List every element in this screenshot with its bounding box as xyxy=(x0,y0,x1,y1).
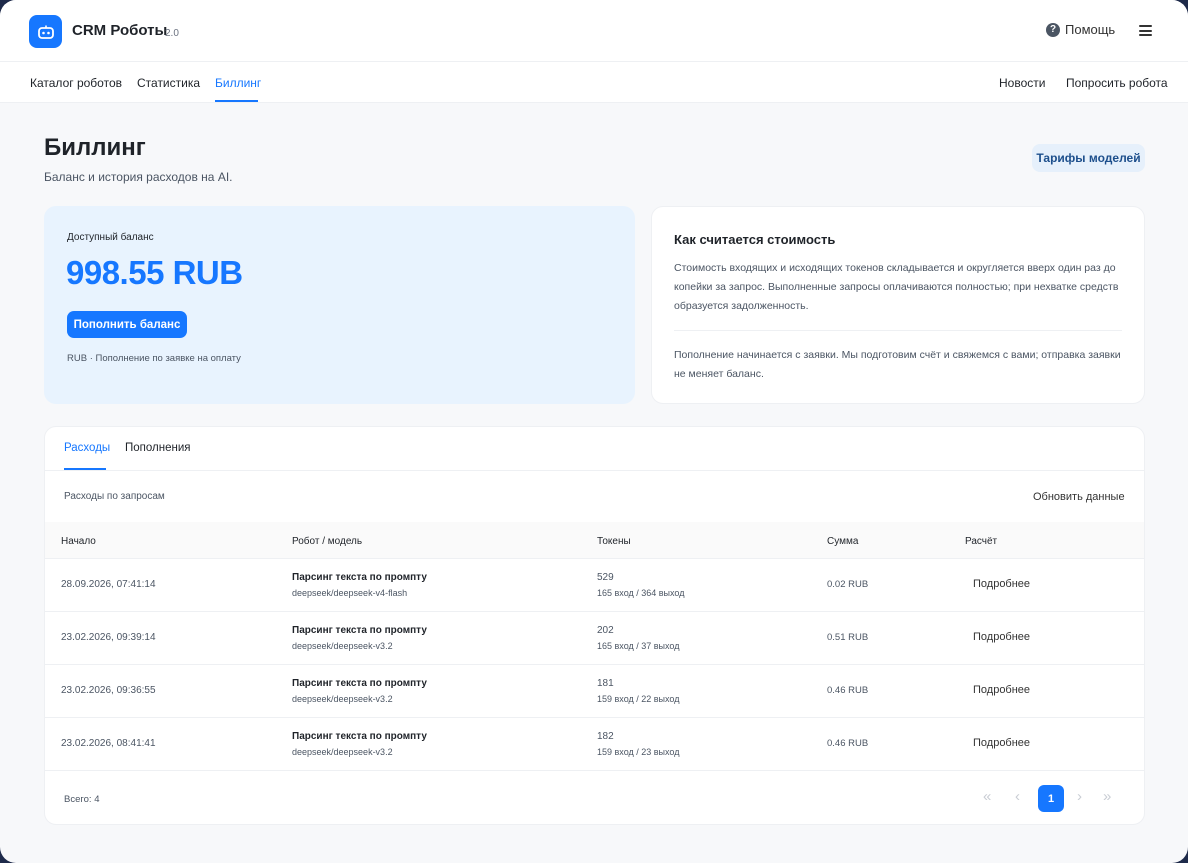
nav-item-catalog[interactable]: Каталог роботов xyxy=(30,76,122,90)
cell-date: 23.02.2026, 09:36:55 xyxy=(61,685,156,696)
cell-tokens: 202 xyxy=(597,625,614,636)
page-title: Биллинг xyxy=(44,134,146,161)
cell-task: Парсинг текста по промпту xyxy=(292,731,427,742)
hamburger-menu-icon[interactable] xyxy=(1139,25,1152,36)
cell-model: deepseek/deepseek-v3.2 xyxy=(292,641,393,651)
nav-item-statistics[interactable]: Статистика xyxy=(137,76,200,90)
balance-card: Доступный баланс 998.55 RUB Пополнить ба… xyxy=(44,206,635,404)
prev-page-icon[interactable]: ‹ xyxy=(1015,788,1020,805)
cell-tokens-detail: 159 вход / 23 выход xyxy=(597,747,680,757)
main-nav: Каталог роботов Статистика Биллинг Новос… xyxy=(0,62,1188,103)
column-header-robot-model: Робот / модель xyxy=(292,536,363,547)
top-bar: CRM Роботы 2.0 ? Помощь xyxy=(0,0,1188,62)
cell-model: deepseek/deepseek-v3.2 xyxy=(292,694,393,704)
column-header-start: Начало xyxy=(61,536,96,547)
table-caption: Расходы по запросам xyxy=(64,491,165,502)
divider xyxy=(674,330,1122,331)
table-row: 23.02.2026, 08:41:41 Парсинг текста по п… xyxy=(45,718,1144,771)
app-window: CRM Роботы 2.0 ? Помощь Каталог роботов … xyxy=(0,0,1188,863)
balance-note: RUB · Пополнение по заявке на оплату xyxy=(67,353,241,364)
column-header-tokens: Токены xyxy=(597,536,631,547)
details-button[interactable]: Подробнее xyxy=(973,578,1030,590)
cell-sum: 0.46 RUB xyxy=(827,685,869,696)
topup-balance-button[interactable]: Пополнить баланс xyxy=(67,311,187,338)
cost-info-text: Стоимость входящих и исходящих токенов с… xyxy=(674,262,1119,312)
page-button-current[interactable]: 1 xyxy=(1038,785,1064,812)
model-tariffs-button[interactable]: Тарифы моделей xyxy=(1032,144,1145,172)
help-button[interactable]: ? Помощь xyxy=(1046,22,1115,37)
column-header-calc: Расчёт xyxy=(965,536,998,547)
cell-sum: 0.51 RUB xyxy=(827,632,869,643)
refresh-data-button[interactable]: Обновить данные xyxy=(1033,491,1125,503)
app-title: CRM Роботы xyxy=(72,22,168,39)
table-header: Начало Робот / модель Токены Сумма Расчё… xyxy=(45,522,1144,559)
divider xyxy=(45,470,1144,471)
question-circle-icon: ? xyxy=(1046,22,1060,37)
cell-tokens-detail: 165 вход / 37 выход xyxy=(597,641,680,651)
nav-item-billing[interactable]: Биллинг xyxy=(215,76,261,90)
cell-tokens: 529 xyxy=(597,572,614,583)
tab-expenses[interactable]: Расходы xyxy=(64,442,110,454)
cell-tokens-detail: 165 вход / 364 выход xyxy=(597,588,685,598)
topup-info-text: Пополнение начинается с заявки. Мы подго… xyxy=(674,349,1121,380)
nav-item-request-robot[interactable]: Попросить робота xyxy=(1066,76,1168,90)
cell-sum: 0.02 RUB xyxy=(827,579,869,590)
cell-tokens: 181 xyxy=(597,678,614,689)
cell-task: Парсинг текста по промпту xyxy=(292,625,427,636)
last-page-icon[interactable]: » xyxy=(1103,788,1111,805)
nav-active-indicator xyxy=(215,100,258,102)
nav-item-news[interactable]: Новости xyxy=(999,76,1045,90)
cell-task: Парсинг текста по промпту xyxy=(292,572,427,583)
cost-info-card: Как считается стоимость Стоимость входящ… xyxy=(651,206,1145,404)
page-subtitle: Баланс и история расходов на AI. xyxy=(44,170,233,184)
table-row: 23.02.2026, 09:36:55 Парсинг текста по п… xyxy=(45,665,1144,718)
details-button[interactable]: Подробнее xyxy=(973,631,1030,643)
details-button[interactable]: Подробнее xyxy=(973,684,1030,696)
cell-task: Парсинг текста по промпту xyxy=(292,678,427,689)
first-page-icon[interactable]: « xyxy=(983,788,991,805)
cell-model: deepseek/deepseek-v3.2 xyxy=(292,747,393,757)
table-row: 23.02.2026, 09:39:14 Парсинг текста по п… xyxy=(45,612,1144,665)
details-button[interactable]: Подробнее xyxy=(973,737,1030,749)
cell-date: 28.09.2026, 07:41:14 xyxy=(61,579,156,590)
cell-sum: 0.46 RUB xyxy=(827,738,869,749)
history-card: Расходы Пополнения Расходы по запросам О… xyxy=(44,426,1145,825)
cell-date: 23.02.2026, 08:41:41 xyxy=(61,738,156,749)
table-row: 28.09.2026, 07:41:14 Парсинг текста по п… xyxy=(45,559,1144,612)
tab-topups[interactable]: Пополнения xyxy=(125,442,191,454)
cell-date: 23.02.2026, 09:39:14 xyxy=(61,632,156,643)
balance-amount: 998.55 RUB xyxy=(66,254,243,291)
cell-tokens: 182 xyxy=(597,731,614,742)
cell-tokens-detail: 159 вход / 22 выход xyxy=(597,694,680,704)
total-count: Всего: 4 xyxy=(64,794,100,805)
balance-label: Доступный баланс xyxy=(67,232,154,243)
app-version: 2.0 xyxy=(165,28,179,39)
cell-model: deepseek/deepseek-v4-flash xyxy=(292,588,408,598)
help-label: Помощь xyxy=(1065,22,1116,37)
next-page-icon[interactable]: › xyxy=(1077,788,1082,805)
column-header-sum: Сумма xyxy=(827,536,859,547)
cost-info-title: Как считается стоимость xyxy=(674,232,836,247)
robot-icon[interactable] xyxy=(29,15,62,48)
